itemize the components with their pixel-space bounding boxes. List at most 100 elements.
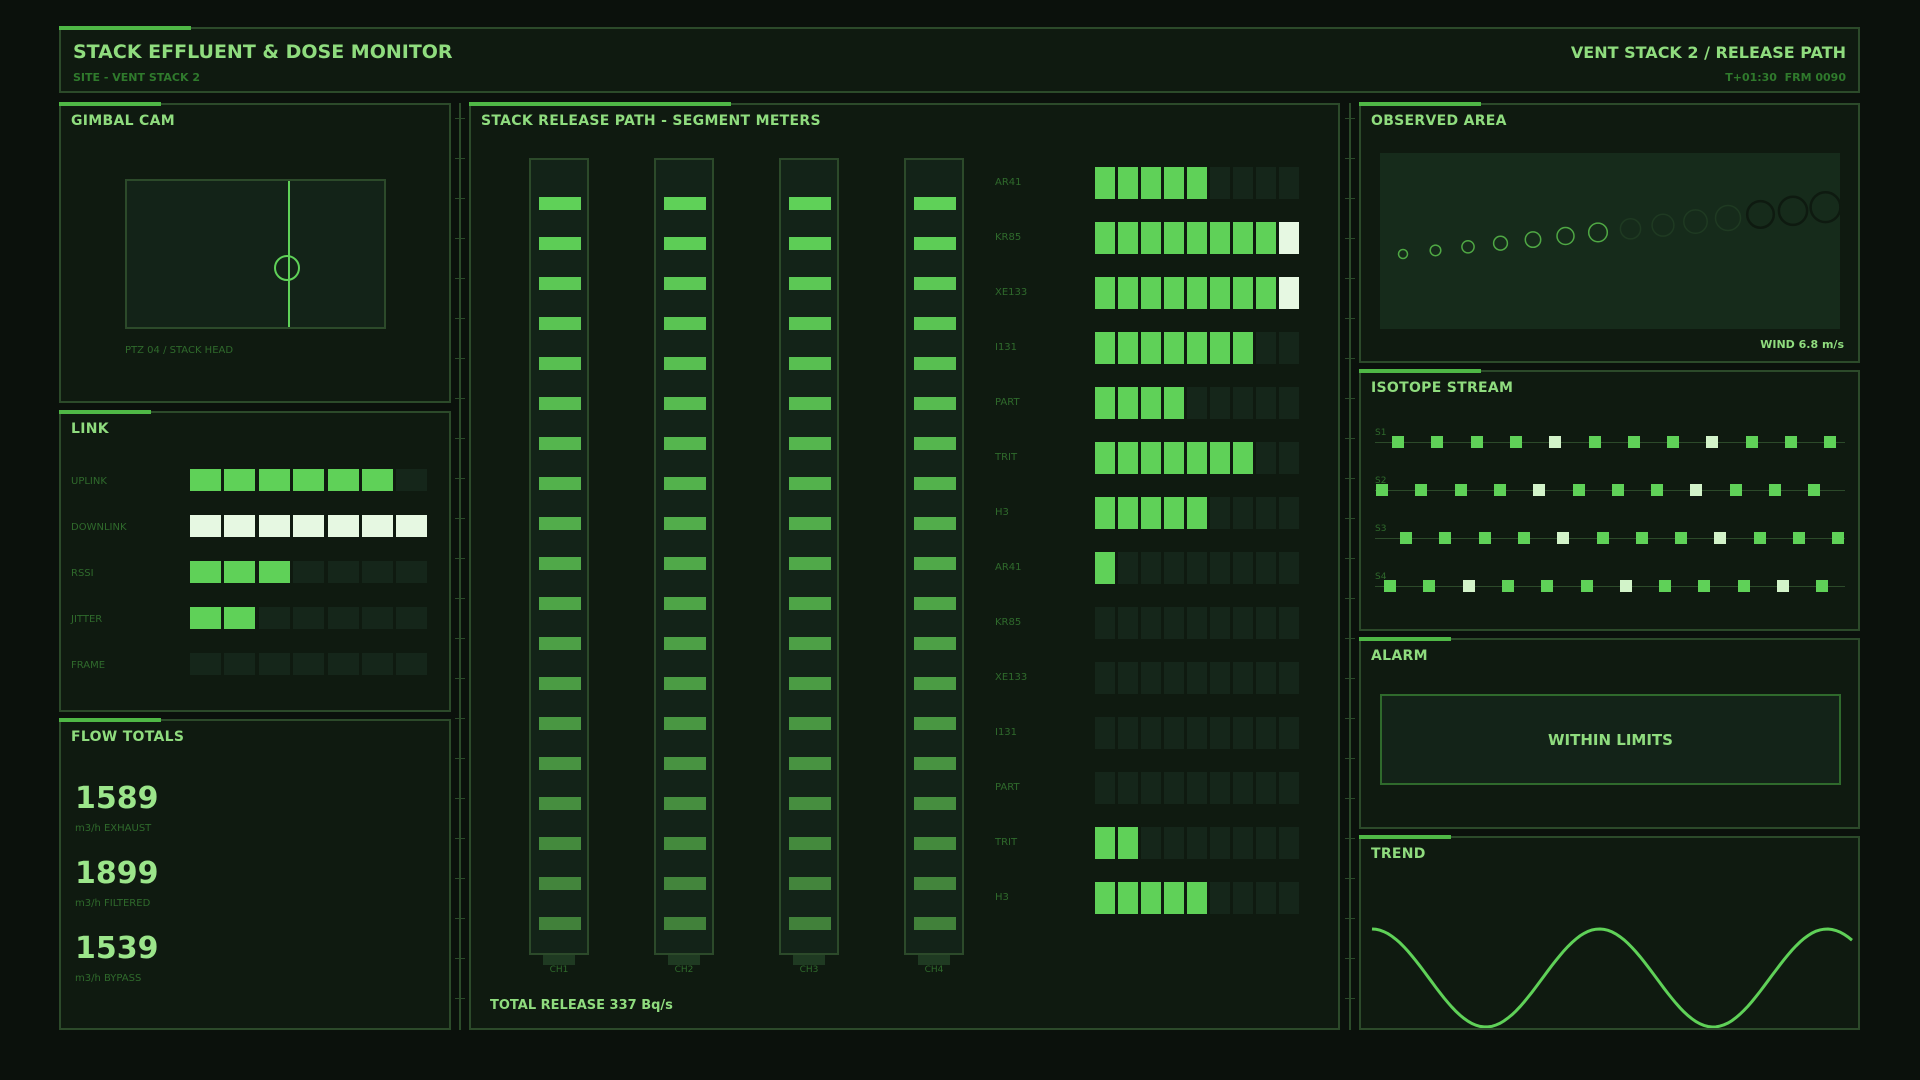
- column-segment: [914, 837, 956, 850]
- channel-column[interactable]: [904, 158, 964, 955]
- link-segment: [327, 653, 359, 675]
- rail-tick: [455, 318, 465, 319]
- meter-segment: [1187, 607, 1207, 639]
- link-row-label: DOWNLINK: [71, 522, 127, 533]
- link-segment: [362, 653, 393, 675]
- meter-segment: [1095, 442, 1115, 474]
- column-segment: [539, 637, 581, 650]
- column-segment: [789, 317, 831, 330]
- target-reticle-icon: [274, 255, 300, 281]
- left-rail: [459, 103, 461, 1030]
- link-segment: [190, 515, 221, 537]
- column-segment: [539, 517, 581, 530]
- trend-panel: TREND: [1359, 835, 1860, 1030]
- meter-segment: [1279, 882, 1299, 914]
- link-segment: [396, 607, 428, 629]
- meter-segment: [1095, 662, 1115, 694]
- rail-tick: [1345, 358, 1355, 359]
- column-segment: [914, 757, 956, 770]
- link-segment: [362, 607, 393, 629]
- column-segment: [664, 237, 706, 250]
- meter-segment: [1256, 222, 1276, 254]
- stream-packet: [1737, 580, 1750, 592]
- column-segment: [914, 717, 956, 730]
- header-bar: STACK EFFLUENT & DOSE MONITOR SITE - VEN…: [59, 26, 1860, 93]
- meter-segment: [1118, 167, 1138, 199]
- meter-segment: [1164, 827, 1184, 859]
- column-segment: [664, 877, 706, 890]
- meter-segment: [1279, 222, 1299, 254]
- column-segment: [914, 597, 956, 610]
- observed-view[interactable]: [1380, 153, 1842, 329]
- stream-packet: [1588, 436, 1601, 448]
- meter-segment: [1233, 497, 1253, 529]
- channel-column[interactable]: [654, 158, 714, 955]
- meter-segment: [1279, 662, 1299, 694]
- column-segment: [914, 397, 956, 410]
- meter-segment: [1141, 387, 1161, 419]
- link-panel: LINK UPLINK DOWNLINK RSSI JITTER FRAME: [59, 410, 451, 712]
- column-segment: [539, 357, 581, 370]
- flow-unit-exhaust: m3/h EXHAUST: [75, 823, 152, 834]
- flow-unit-filtered: m3/h FILTERED: [75, 898, 151, 909]
- stream-packet: [1785, 436, 1797, 448]
- link-segment: [327, 561, 359, 583]
- channel-column[interactable]: [529, 158, 589, 955]
- column-segment: [664, 357, 706, 370]
- meter-segment: [1279, 717, 1299, 749]
- stream-packet: [1509, 436, 1522, 448]
- link-segment: [258, 469, 290, 491]
- meter-segment: [1118, 607, 1138, 639]
- meter-segment: [1118, 772, 1138, 804]
- plume-marker: [1809, 191, 1842, 224]
- meter-segment: [1279, 607, 1299, 639]
- stream-label: S3: [1375, 524, 1387, 534]
- meter-segment: [1256, 552, 1276, 584]
- meter-label: PART: [995, 397, 1020, 408]
- meter-segment: [1233, 277, 1253, 309]
- rail-tick: [455, 558, 465, 559]
- meter-label: AR41: [995, 562, 1022, 573]
- meter-segment: [1256, 717, 1276, 749]
- rail-tick: [455, 638, 465, 639]
- stream-packet: [1454, 484, 1467, 496]
- camera-caption: PTZ 04 / STACK HEAD: [125, 345, 234, 356]
- alarm-status-box[interactable]: WITHIN LIMITS: [1380, 694, 1841, 785]
- meter-segment: [1118, 552, 1138, 584]
- flow-unit-bypass: m3/h BYPASS: [75, 973, 142, 984]
- meter-segment: [1233, 387, 1253, 419]
- column-segment: [789, 757, 831, 770]
- channel-label: CH3: [799, 965, 819, 975]
- meter-segment: [1164, 442, 1184, 474]
- column-segment: [539, 477, 581, 490]
- column-segment: [789, 437, 831, 450]
- meter-segment: [1279, 332, 1299, 364]
- stream-packet: [1572, 484, 1585, 496]
- rail-tick: [455, 518, 465, 519]
- meter-segment: [1141, 497, 1161, 529]
- column-base: [918, 955, 950, 965]
- column-segment: [539, 877, 581, 890]
- meter-segment: [1164, 222, 1184, 254]
- link-segment: [190, 607, 221, 629]
- link-row-label: RSSI: [71, 568, 94, 579]
- column-segment: [914, 517, 956, 530]
- camera-view[interactable]: [125, 179, 386, 329]
- stream-packet: [1706, 436, 1719, 448]
- link-segment: [293, 653, 325, 675]
- flow-value-filtered: 1899: [75, 856, 159, 891]
- plume-dispersion-graphic: [1397, 191, 1842, 260]
- stream-packet: [1667, 436, 1680, 448]
- meter-segment: [1233, 332, 1253, 364]
- meter-segment: [1164, 552, 1184, 584]
- meter-label: TRIT: [995, 452, 1018, 463]
- column-segment: [789, 197, 831, 210]
- stream-packet: [1651, 484, 1664, 496]
- column-segment: [664, 397, 706, 410]
- channel-label: CH1: [549, 965, 569, 975]
- channel-column[interactable]: [779, 158, 839, 955]
- alarm-panel: ALARM WITHIN LIMITS: [1359, 637, 1860, 829]
- column-segment: [664, 797, 706, 810]
- plume-marker: [1397, 248, 1409, 260]
- stream-packet: [1423, 580, 1436, 592]
